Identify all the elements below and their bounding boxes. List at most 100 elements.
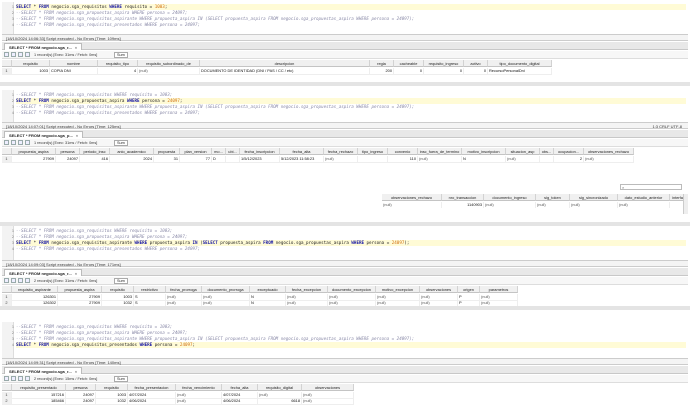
grid-search-input[interactable]: ⌕	[620, 184, 682, 190]
sql-editor[interactable]: 1 SELECT * FROM negocio.sga_requisitos WH…	[2, 2, 688, 34]
column-header[interactable]: persona	[56, 148, 80, 155]
table-cell[interactable]: (null)	[382, 202, 442, 208]
column-header[interactable]	[2, 148, 12, 155]
column-header[interactable]: requisito	[12, 60, 50, 67]
grid-settings-icon[interactable]	[25, 278, 30, 283]
column-header[interactable]: sig_sincronizado	[570, 194, 618, 201]
column-header[interactable]: documento_excepcion	[328, 286, 376, 293]
column-header[interactable]: situacion_asp	[506, 148, 540, 155]
sum-button[interactable]: Sum	[114, 140, 128, 146]
sum-button[interactable]: Sum	[114, 52, 128, 58]
sql-editor[interactable]: 1 --SELECT * FROM negocio.sga_requisitos …	[2, 226, 688, 260]
column-header[interactable]: motivo_inscripcion	[462, 148, 506, 155]
column-header[interactable]: fecha_rechazo	[324, 148, 358, 155]
filter-icon[interactable]	[18, 376, 23, 381]
column-header[interactable]: obs...	[540, 148, 554, 155]
column-header[interactable]: fecha_alta	[222, 384, 258, 391]
table-cell[interactable]: (null)	[536, 202, 570, 208]
export-icon[interactable]	[11, 376, 16, 381]
column-header[interactable]: propuesta_aspira	[12, 148, 56, 155]
column-header[interactable]: observaciones_rechazo	[584, 148, 634, 155]
close-icon[interactable]: ×	[76, 133, 78, 138]
filter-icon[interactable]	[18, 52, 23, 57]
column-header[interactable]: fecha_inscripcion	[240, 148, 280, 155]
column-header[interactable]: origen	[458, 286, 480, 293]
column-header[interactable]: propuesta_aspira	[58, 286, 102, 293]
column-header[interactable]: fecha_excepcion	[286, 286, 328, 293]
result-tab[interactable]: SELECT * FROM negocio.sga_r... ×	[4, 269, 83, 276]
column-header[interactable]: observaciones	[302, 384, 354, 391]
column-header[interactable]	[2, 60, 12, 67]
table-cell[interactable]: 1140903	[442, 202, 484, 208]
column-header[interactable]: documento_prorroga	[202, 286, 250, 293]
column-header[interactable]: requisito_presentado	[12, 384, 66, 391]
column-header[interactable]: dato_estudio_anterior	[618, 194, 670, 201]
column-header[interactable]: ubi...	[226, 148, 240, 155]
column-header[interactable]: observaciones	[420, 286, 458, 293]
table-cell[interactable]: (null)	[618, 202, 670, 208]
column-header[interactable]: tipo_documento_digital	[488, 60, 552, 67]
column-header[interactable]: cacheable	[394, 60, 424, 67]
sum-button[interactable]: Sum	[114, 376, 128, 382]
column-header[interactable]: fecha_presentacion	[128, 384, 176, 391]
column-header[interactable]: plan_version	[180, 148, 212, 155]
vertical-scrollbar[interactable]	[683, 194, 688, 214]
code-line[interactable]: 4 --SELECT * FROM negocio.sga_requisitos_…	[12, 22, 686, 28]
column-header[interactable]: fecha_vencimiento	[176, 384, 222, 391]
column-header[interactable]: requisito_ingreso	[424, 60, 464, 67]
column-header[interactable]: nombre	[50, 60, 98, 67]
column-header[interactable]: anio_academico	[110, 148, 154, 155]
export-icon[interactable]	[11, 278, 16, 283]
grid-settings-icon[interactable]	[25, 376, 30, 381]
close-icon[interactable]: ×	[75, 45, 77, 50]
export-icon[interactable]	[11, 52, 16, 57]
column-header[interactable]: insc_fuera_de_termino	[418, 148, 462, 155]
column-header[interactable]: activo	[464, 60, 488, 67]
column-header[interactable]: nro_transaccion	[442, 194, 484, 201]
column-header[interactable]: motivo_excepcion	[376, 286, 420, 293]
refresh-icon[interactable]	[4, 278, 9, 283]
column-header[interactable]: requisito_digital	[258, 384, 302, 391]
table-cell[interactable]: (null)	[484, 202, 536, 208]
result-tab[interactable]: SELECT * FROM negocio.sga_r... ×	[4, 367, 83, 374]
code-line[interactable]: 4 --SELECT * FROM negocio.sga_requisitos_…	[12, 110, 686, 116]
column-header[interactable]: persona	[66, 384, 96, 391]
column-header[interactable]: requisito	[102, 286, 134, 293]
column-header[interactable]: regla	[370, 60, 394, 67]
result-tab[interactable]: SELECT * FROM negocio.sga_r... ×	[4, 43, 83, 50]
column-header[interactable]: exceptuado	[250, 286, 286, 293]
column-header[interactable]: requisito_aspirante	[12, 286, 58, 293]
code-line[interactable]: 4 SELECT * FROM negocio.sga_requisitos_pr…	[12, 342, 686, 348]
column-header[interactable]: fecha_prorroga	[166, 286, 202, 293]
column-header[interactable]: requisito_subordinado_de	[138, 60, 200, 67]
column-header[interactable]: ocupacion...	[554, 148, 584, 155]
filter-icon[interactable]	[18, 278, 23, 283]
filter-icon[interactable]	[18, 140, 23, 145]
column-header[interactable]: parametros	[480, 286, 518, 293]
export-icon[interactable]	[11, 140, 16, 145]
close-icon[interactable]: ×	[75, 271, 77, 276]
column-header[interactable]: requisito	[96, 384, 128, 391]
column-header[interactable]: restrictivo	[134, 286, 166, 293]
column-header[interactable]: documento_ingreso	[484, 194, 536, 201]
column-header[interactable]: fecha_alta	[280, 148, 324, 155]
column-header[interactable]: convenio	[388, 148, 418, 155]
column-header[interactable]: sig_token	[536, 194, 570, 201]
sum-button[interactable]: Sum	[114, 278, 128, 284]
column-header[interactable]	[2, 384, 12, 391]
grid-settings-icon[interactable]	[25, 52, 30, 57]
column-header[interactable]: propuesta	[154, 148, 180, 155]
column-header[interactable]	[2, 286, 12, 293]
result-tab[interactable]: SELECT * FROM negocio.sga_p... ×	[4, 131, 84, 138]
column-header[interactable]: observaciones_rechazo	[382, 194, 442, 201]
sql-editor[interactable]: 1 --SELECT * FROM negocio.sga_requisitos …	[2, 90, 688, 122]
column-header[interactable]: tipo_ingreso	[358, 148, 388, 155]
sql-editor[interactable]: 1 --SELECT * FROM negocio.sga_requisitos …	[2, 322, 688, 358]
code-line[interactable]: 4 --SELECT * FROM negocio.sga_requisitos_…	[12, 246, 686, 252]
column-header[interactable]: descripcion	[200, 60, 370, 67]
column-header[interactable]: periodo_insc	[80, 148, 110, 155]
column-header[interactable]: requisito_tipo	[98, 60, 138, 67]
refresh-icon[interactable]	[4, 52, 9, 57]
refresh-icon[interactable]	[4, 140, 9, 145]
table-cell[interactable]: (null)	[570, 202, 618, 208]
